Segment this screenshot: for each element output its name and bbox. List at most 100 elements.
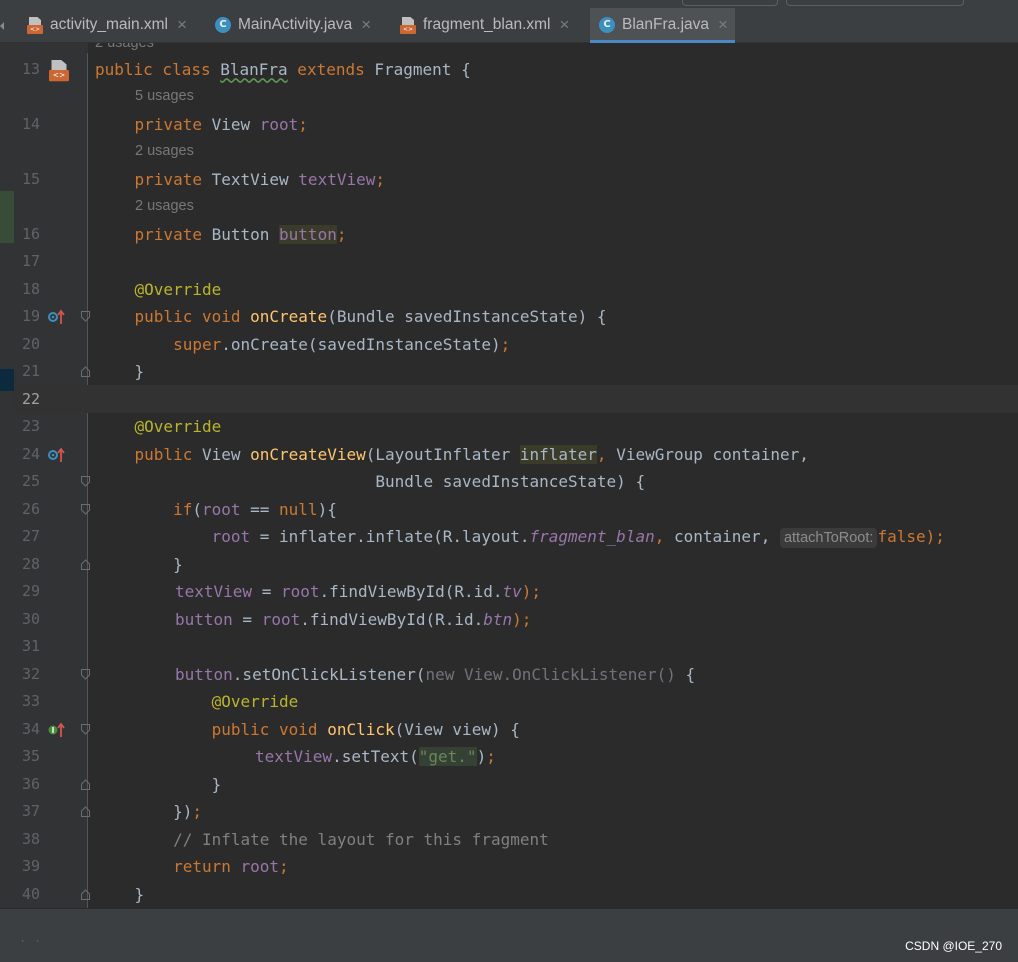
line-number: 37 <box>21 802 40 820</box>
code-line-19: 19 public void onCreate(Bundle savedInst… <box>0 303 1018 331</box>
line-number: 36 <box>21 774 40 793</box>
code-line-34: 34 public void onClick(View view) { <box>0 716 1018 744</box>
code-line-30: 30 button = root.findViewById(R.id.btn); <box>0 606 1018 634</box>
tab-label: fragment_blan.xml <box>423 16 551 33</box>
code-text: return root; <box>96 857 289 876</box>
code-editor[interactable]: 2 usages 13 <> public class BlanFra exte… <box>0 43 1018 908</box>
code-line-28: 28 } <box>0 551 1018 579</box>
fold-icon[interactable] <box>81 778 90 790</box>
search-box[interactable] <box>786 0 964 6</box>
line-number: 19 <box>21 307 40 325</box>
line-number: 28 <box>21 554 40 573</box>
code-line-15: 15 private TextView textView; <box>0 166 1018 194</box>
code-line-25: 25 Bundle savedInstanceState) { <box>0 468 1018 496</box>
line-number: 27 <box>21 527 40 545</box>
line-number: 31 <box>21 637 40 655</box>
code-line-16: 16 private Button button; <box>0 221 1018 249</box>
line-number: 16 <box>21 224 40 243</box>
fold-icon[interactable] <box>81 723 90 735</box>
line-number: 22 <box>21 389 40 408</box>
code-line-32: 32 button.setOnClickListener(new View.On… <box>0 661 1018 689</box>
parameter-hint: attachToRoot: <box>779 528 878 548</box>
line-number: 24 <box>21 444 40 463</box>
line-number: 33 <box>21 692 40 710</box>
usages-hint[interactable]: 5 usages <box>135 83 194 111</box>
fold-icon[interactable] <box>81 366 90 377</box>
line-number: 17 <box>21 252 40 270</box>
code-line-40: 40 } <box>0 881 1018 909</box>
code-text: @Override <box>96 279 222 299</box>
usages-hint[interactable]: 2 usages <box>135 193 194 221</box>
line-number: 29 <box>21 582 40 600</box>
code-line-14: 14 private View root; <box>0 111 1018 139</box>
close-icon[interactable]: × <box>361 15 371 35</box>
line-number: 25 <box>21 472 40 490</box>
line-number: 32 <box>21 664 40 683</box>
close-icon[interactable]: × <box>177 15 187 35</box>
line-number: 38 <box>21 829 40 848</box>
overrides-method-icon[interactable] <box>48 309 66 329</box>
code-line-31: 31 <box>0 633 1018 661</box>
close-icon[interactable]: × <box>560 15 570 35</box>
code-text: super.onCreate(savedInstanceState); <box>96 334 511 354</box>
code-comment: // Inflate the layout for this fragment <box>96 829 549 849</box>
line-number: 20 <box>21 334 40 353</box>
tab-activity-main-xml[interactable]: <> activity_main.xml × <box>20 8 208 42</box>
fold-icon[interactable] <box>81 888 90 900</box>
line-number: 13 <box>21 59 40 78</box>
line-number: 14 <box>21 114 40 133</box>
overrides-method-icon[interactable] <box>48 447 66 467</box>
fold-icon[interactable] <box>81 503 90 515</box>
code-text: textView = root.findViewById(R.id.tv); <box>175 582 542 601</box>
code-text: }); <box>96 802 202 821</box>
line-number: 40 <box>21 884 40 903</box>
code-text: private View root; <box>96 114 308 134</box>
code-text: } <box>96 554 183 574</box>
fold-icon[interactable] <box>81 806 90 817</box>
fold-icon[interactable] <box>81 558 90 570</box>
code-line-24: 24 public View onCreateView(LayoutInflat… <box>0 441 1018 469</box>
code-text: Bundle savedInstanceState) { <box>96 472 646 491</box>
usages-hint[interactable]: 2 usages <box>135 138 194 166</box>
code-line-38: 38 // Inflate the layout for this fragme… <box>0 826 1018 854</box>
code-line-26: 26 if(root == null){ <box>0 496 1018 524</box>
line-number: 21 <box>21 362 40 380</box>
code-line-35: 35 textView.setText("get."); <box>0 743 1018 771</box>
toolbar-control[interactable] <box>682 0 778 6</box>
line-number: 23 <box>21 417 40 435</box>
fold-icon[interactable] <box>81 311 90 322</box>
code-line-17: 17 <box>0 248 1018 276</box>
fold-icon[interactable] <box>81 668 90 680</box>
code-line-18: 18 @Override <box>0 276 1018 304</box>
editor-tab-bar: <> activity_main.xml × C MainActivity.ja… <box>0 8 1018 43</box>
code-line-29: 29 textView = root.findViewById(R.id.tv)… <box>0 578 1018 606</box>
tab-label: MainActivity.java <box>238 16 353 33</box>
code-text: private Button button; <box>96 224 347 244</box>
fold-icon[interactable] <box>81 476 90 487</box>
toolbar-strip <box>0 0 1018 8</box>
tab-label: BlanFra.java <box>622 16 710 33</box>
tab-blanfra-java[interactable]: C BlanFra.java × <box>590 8 735 43</box>
code-text: button = root.findViewById(R.id.btn); <box>175 609 532 629</box>
code-text: if(root == null){ <box>96 499 337 519</box>
tab-scroll-left-icon[interactable] <box>0 22 4 30</box>
code-text: root = inflater.inflate(R.layout.fragmen… <box>211 527 945 548</box>
code-line-13: 13 <> public class BlanFra extends Fragm… <box>0 56 1018 84</box>
code-line-23: 23 @Override <box>0 413 1018 441</box>
close-icon[interactable]: × <box>718 15 728 35</box>
line-number: 35 <box>21 747 40 765</box>
layout-file-gutter-icon[interactable]: <> <box>49 59 69 81</box>
code-text: textView.setText("get."); <box>255 747 496 766</box>
horizontal-scrollbar[interactable] <box>0 908 1018 941</box>
tab-mainactivity-java[interactable]: C MainActivity.java × <box>208 8 393 42</box>
code-text: } <box>96 884 145 904</box>
tab-fragment-blan-xml[interactable]: <> fragment_blan.xml × <box>393 8 590 42</box>
line-number: 18 <box>21 279 40 298</box>
code-line-33: 33 @Override <box>0 688 1018 716</box>
implements-method-icon[interactable] <box>48 722 66 742</box>
line-number: 30 <box>21 609 40 628</box>
code-line-36: 36 } <box>0 771 1018 799</box>
class-icon: C <box>215 17 231 33</box>
code-text: public View onCreateView(LayoutInflater … <box>96 444 809 464</box>
line-number: 15 <box>21 169 40 188</box>
